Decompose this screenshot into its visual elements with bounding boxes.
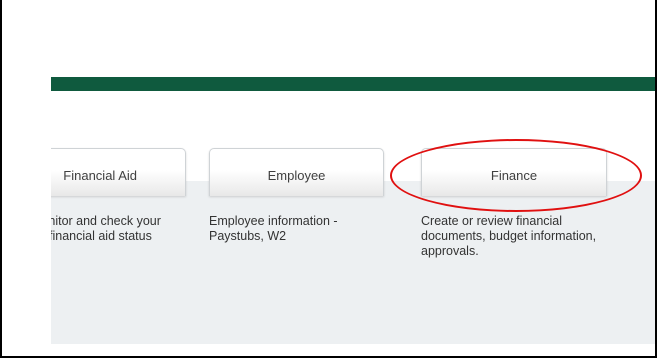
tab-financial-aid-label: Financial Aid [63, 168, 137, 183]
header-accent-bar [51, 77, 655, 91]
finance-description: Create or review financial documents, bu… [421, 214, 597, 258]
tab-area: Financial Aid Employee Finance Monitor a… [51, 100, 655, 344]
tab-employee-label: Employee [267, 168, 326, 183]
employee-description: Employee information - Paystubs, W2 [209, 214, 338, 243]
financial-aid-description: Monitor and check your financial aid sta… [51, 214, 161, 243]
finance-highlight-circle [390, 139, 642, 212]
tab-financial-aid[interactable]: Financial Aid [51, 148, 186, 196]
tab-employee[interactable]: Employee [209, 148, 384, 196]
screenshot-frame: Financial Aid Employee Finance Monitor a… [0, 0, 657, 358]
